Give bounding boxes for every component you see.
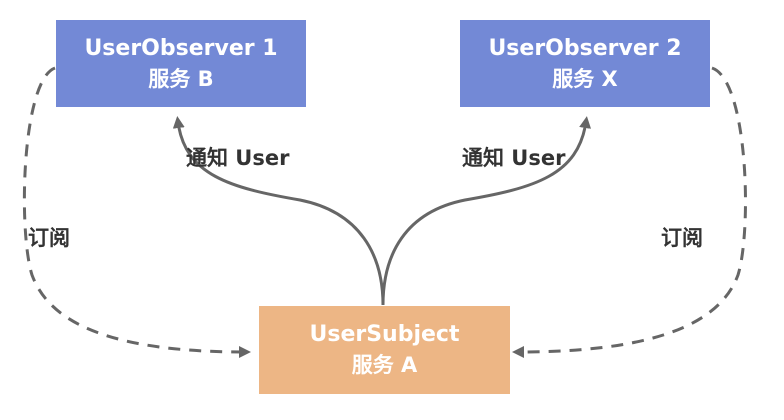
subject-subtitle: 服务 A bbox=[351, 353, 418, 377]
notify-label-left: 通知 User bbox=[186, 146, 290, 170]
observer-1-subtitle: 服务 B bbox=[148, 66, 214, 91]
subscribe-edge-right bbox=[512, 66, 747, 358]
observer-node-1: UserObserver 1 服务 B bbox=[56, 20, 306, 107]
notify-label-right: 通知 User bbox=[462, 146, 566, 170]
subscribe-label-left: 订阅 bbox=[28, 226, 70, 250]
subject-node: UserSubject 服务 A bbox=[259, 306, 510, 394]
subject-title: UserSubject bbox=[309, 322, 460, 347]
subscribe-label-right: 订阅 bbox=[661, 226, 703, 250]
observer-2-subtitle: 服务 X bbox=[552, 66, 618, 91]
subscribe-edge-left bbox=[22, 66, 251, 358]
observer-1-title: UserObserver 1 bbox=[84, 35, 278, 61]
observer-2-title: UserObserver 2 bbox=[488, 35, 682, 61]
observer-node-2: UserObserver 2 服务 X bbox=[460, 20, 710, 107]
